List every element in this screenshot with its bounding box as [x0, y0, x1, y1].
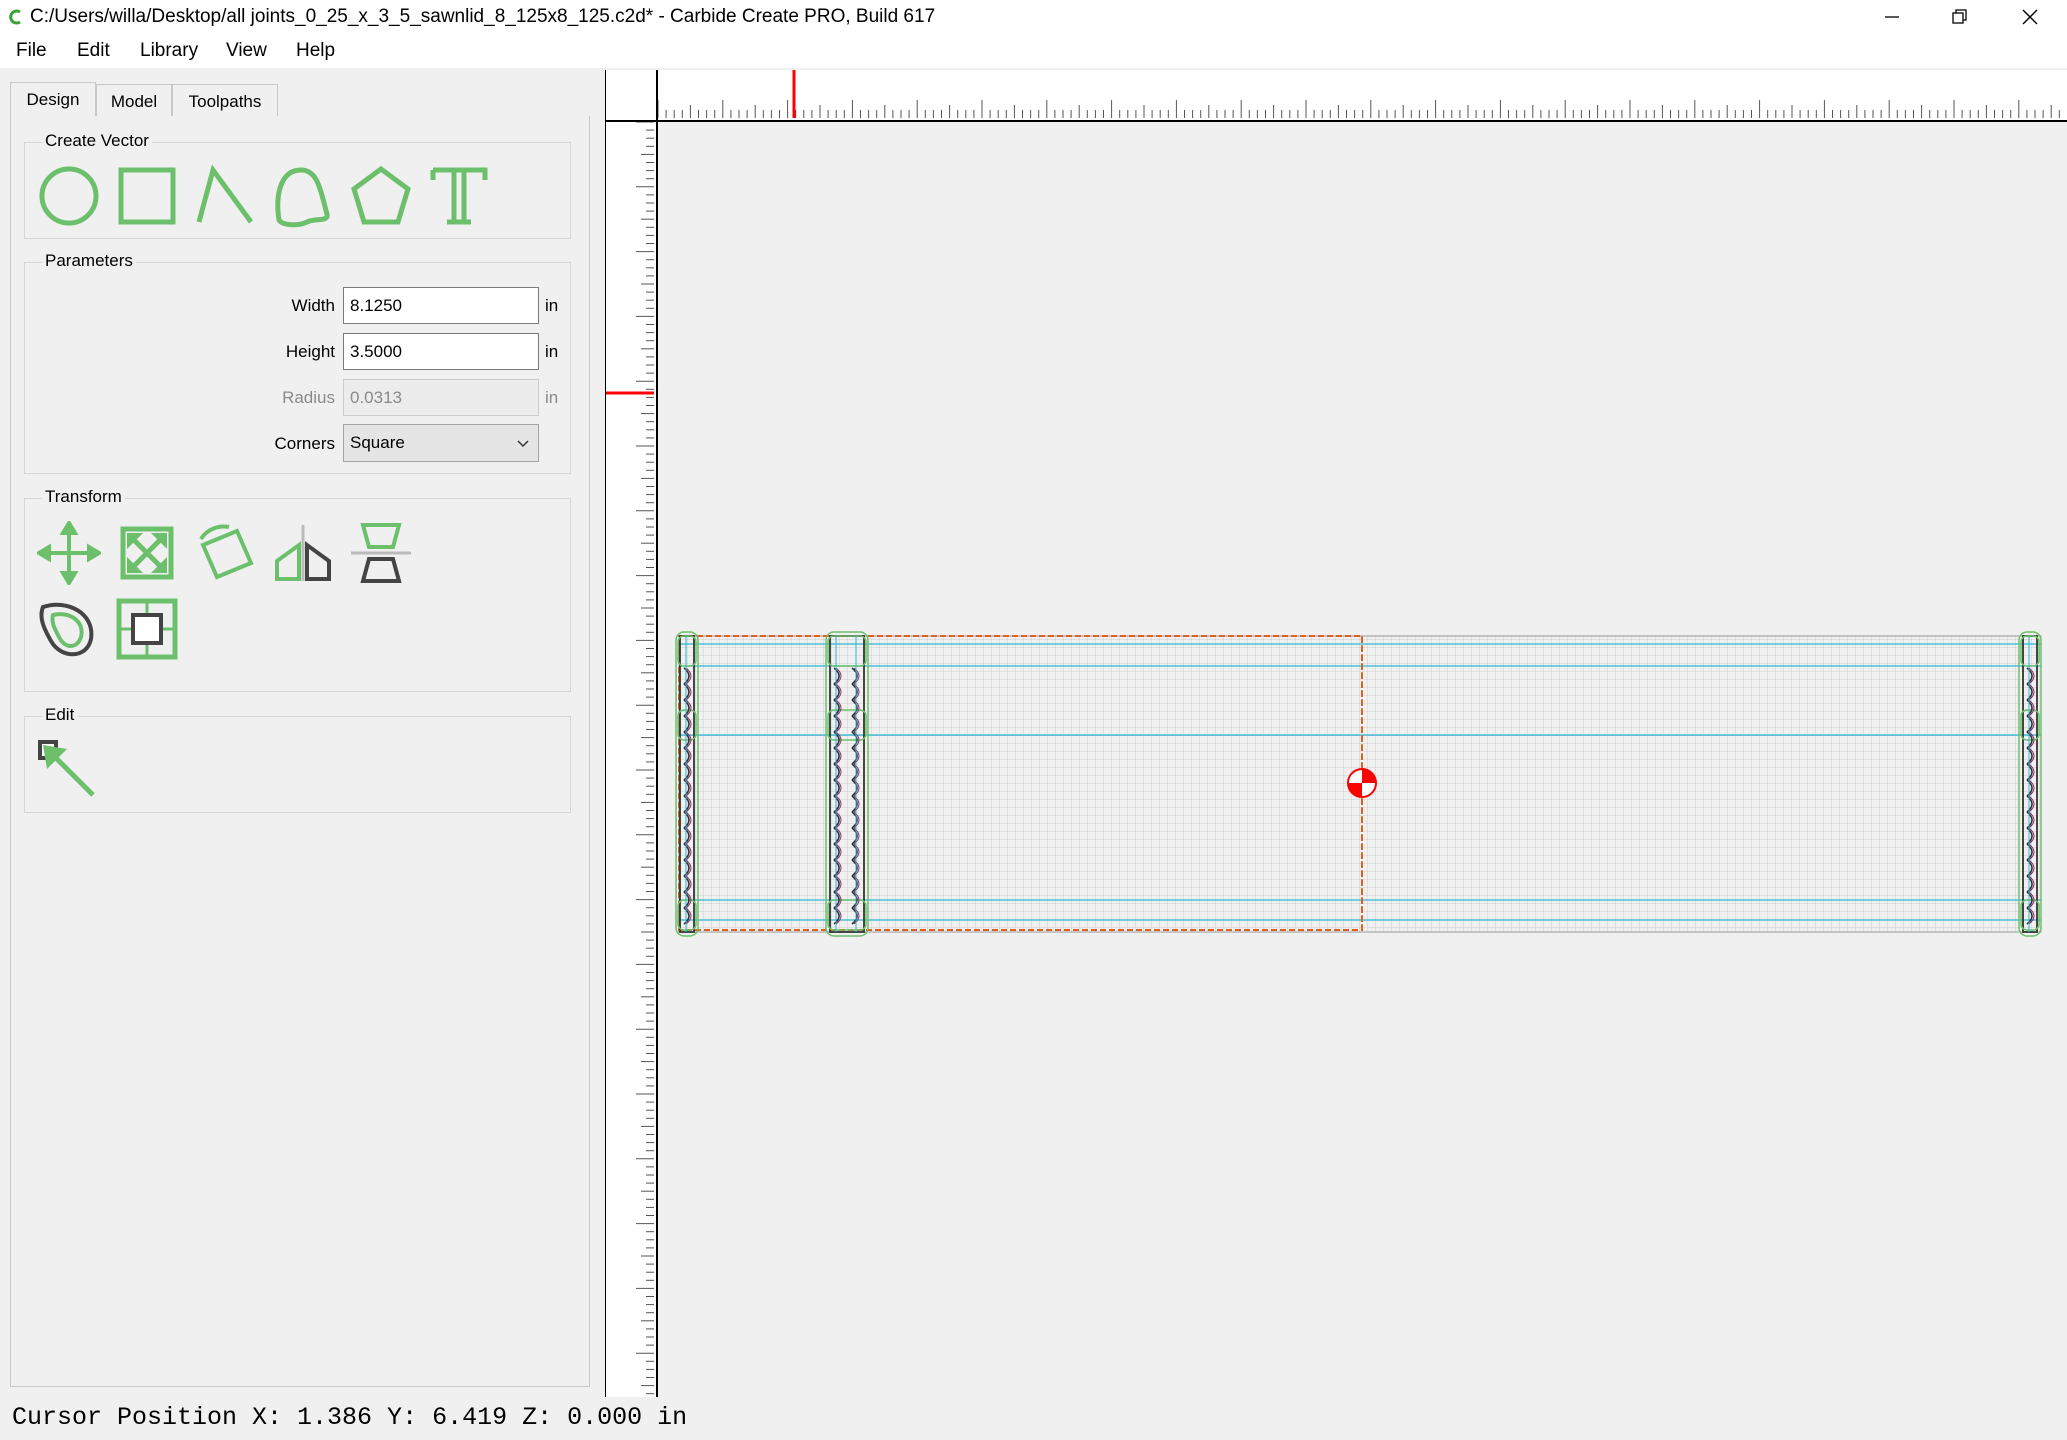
chevron-down-icon	[517, 440, 529, 448]
width-label: Width	[291, 296, 335, 315]
tab-model[interactable]: Model	[96, 84, 172, 117]
text-icon[interactable]	[427, 164, 491, 228]
title-bar: C:/Users/willa/Desktop/all joints_0_25_x…	[0, 0, 2067, 34]
menu-bar: File Edit Library View Help	[0, 34, 2067, 68]
radius-label: Radius	[282, 388, 335, 407]
corners-select[interactable]: Square	[343, 424, 539, 462]
align-icon[interactable]	[349, 521, 413, 585]
edit-title: Edit	[42, 705, 78, 725]
move-icon[interactable]	[37, 521, 101, 585]
parameters-title: Parameters	[42, 251, 136, 271]
corners-value: Square	[350, 433, 405, 452]
transform-group: Transform	[24, 487, 571, 692]
cursor-position-status: Cursor Position X: 1.386 Y: 6.419 Z: 0.0…	[12, 1403, 688, 1432]
corners-label: Corners	[274, 434, 335, 453]
window-title: C:/Users/willa/Desktop/all joints_0_25_x…	[30, 6, 936, 27]
parameters-group: Parameters Width 8.1250 in Height 3.5000…	[24, 251, 571, 474]
restore-icon	[1952, 9, 1967, 24]
origin-marker-icon	[1347, 768, 1377, 798]
rectangle-icon[interactable]	[115, 164, 179, 228]
create-vector-group: Create Vector	[24, 131, 571, 239]
node-edit-icon[interactable]	[37, 739, 101, 803]
circle-icon[interactable]	[37, 164, 101, 228]
width-unit: in	[545, 296, 559, 315]
mirror-icon[interactable]	[271, 521, 335, 585]
width-field[interactable]: 8.1250	[343, 287, 539, 324]
minimize-icon	[1885, 16, 1899, 18]
height-label: Height	[285, 342, 335, 361]
offset-icon[interactable]	[37, 597, 101, 661]
close-button[interactable]	[1995, 0, 2065, 34]
workpiece-drawing	[675, 631, 2042, 937]
tab-design[interactable]: Design	[10, 82, 96, 117]
curve-icon[interactable]	[271, 164, 335, 228]
menu-help[interactable]: Help	[296, 40, 335, 62]
menu-view[interactable]: View	[226, 40, 267, 62]
polyline-icon[interactable]	[193, 164, 257, 228]
tab-toolpaths[interactable]: Toolpaths	[172, 84, 278, 117]
restore-button[interactable]	[1925, 0, 1995, 34]
ruler-corner	[606, 70, 658, 122]
minimize-button[interactable]	[1857, 0, 1927, 34]
transform-title: Transform	[42, 487, 125, 507]
close-icon	[2022, 9, 2038, 25]
height-field[interactable]: 3.5000	[343, 333, 539, 370]
edit-group: Edit	[24, 705, 571, 813]
vertical-ruler	[606, 120, 658, 1397]
horizontal-ruler	[656, 70, 2067, 122]
radius-unit: in	[545, 388, 559, 407]
app-logo-icon	[9, 9, 21, 25]
boolean-icon[interactable]	[115, 597, 179, 661]
menu-file[interactable]: File	[16, 40, 47, 62]
create-vector-title: Create Vector	[42, 131, 152, 151]
height-unit: in	[545, 342, 559, 361]
polygon-icon[interactable]	[349, 164, 413, 228]
menu-edit[interactable]: Edit	[77, 40, 110, 62]
radius-field: 0.0313	[343, 379, 539, 416]
scale-icon[interactable]	[115, 521, 179, 585]
rotate-icon[interactable]	[193, 521, 257, 585]
menu-library[interactable]: Library	[140, 40, 198, 62]
